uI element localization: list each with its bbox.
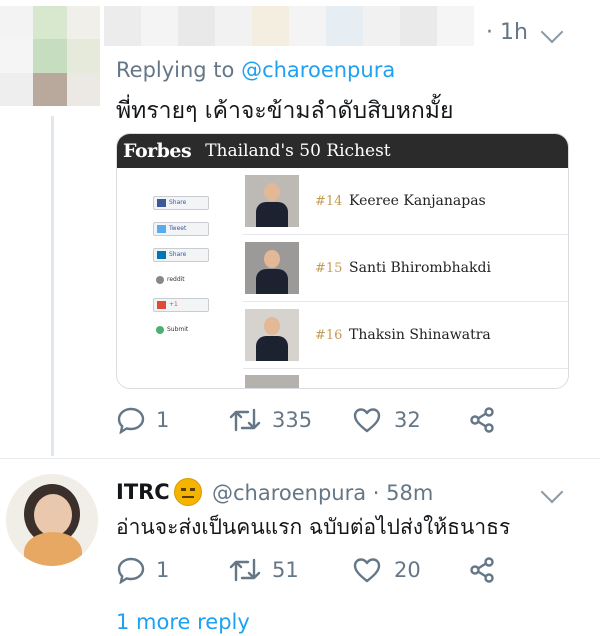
user-display-name[interactable]: ITRC bbox=[116, 480, 170, 504]
devil-smile-emoji-icon bbox=[174, 478, 202, 506]
richest-list: #14 Keeree Kanjanapas #15 Santi Bhirombh… bbox=[243, 168, 568, 388]
replying-handle-link[interactable]: @charoenpura bbox=[241, 58, 395, 82]
like-count: 32 bbox=[394, 408, 421, 432]
list-item[interactable]: #14 Keeree Kanjanapas bbox=[243, 168, 568, 235]
reddit-icon bbox=[156, 275, 164, 284]
replying-prefix: Replying to bbox=[116, 58, 242, 82]
share-button-linkedin[interactable]: Share bbox=[153, 248, 209, 262]
tweet-divider bbox=[0, 458, 600, 459]
list-item-partial bbox=[243, 369, 568, 388]
linkedin-icon bbox=[157, 250, 166, 259]
chevron-down-icon[interactable] bbox=[540, 20, 564, 44]
person-photo bbox=[245, 175, 299, 227]
share-button-twitter[interactable]: Tweet bbox=[153, 222, 209, 236]
reply-action[interactable]: 1 bbox=[116, 556, 169, 584]
list-item[interactable]: #15 Santi Bhirombhakdi bbox=[243, 235, 568, 302]
heart-icon bbox=[353, 558, 381, 583]
like-count: 20 bbox=[394, 558, 421, 582]
retweet-action[interactable]: 51 bbox=[228, 556, 299, 584]
share-icon bbox=[470, 557, 494, 583]
avatar[interactable] bbox=[6, 474, 98, 566]
share-button-stumble[interactable]: Submit bbox=[153, 324, 209, 336]
user-handle-time[interactable]: @charoenpura · 58m bbox=[212, 481, 433, 505]
share-button-facebook[interactable]: Share bbox=[153, 196, 209, 210]
reply-count: 1 bbox=[156, 408, 170, 432]
share-action[interactable] bbox=[468, 406, 496, 434]
person-rank: #14 bbox=[315, 193, 343, 209]
person-name: Thaksin Shinawatra bbox=[349, 327, 491, 343]
google-plus-icon bbox=[157, 300, 166, 309]
share-icon bbox=[470, 407, 494, 433]
person-name: Santi Bhirombhakdi bbox=[349, 260, 491, 276]
person-name: Keeree Kanjanapas bbox=[349, 193, 486, 209]
forbes-logo: Forbes bbox=[123, 140, 192, 162]
person-photo bbox=[245, 309, 299, 361]
thread-line bbox=[51, 116, 54, 456]
person-rank: #16 bbox=[315, 327, 343, 343]
retweet-action[interactable]: 335 bbox=[228, 406, 312, 434]
retweet-count: 335 bbox=[272, 408, 313, 432]
card-title: Thailand's 50 Richest bbox=[205, 141, 391, 161]
blurred-username[interactable] bbox=[104, 6, 474, 46]
person-photo bbox=[245, 242, 299, 294]
reply-icon bbox=[117, 557, 145, 584]
forbes-card[interactable]: Forbes Thailand's 50 Richest Share Tweet… bbox=[116, 133, 569, 389]
retweet-count: 51 bbox=[272, 558, 299, 582]
share-action[interactable] bbox=[468, 556, 496, 584]
share-button-reddit[interactable]: reddit bbox=[153, 274, 209, 286]
blurred-avatar[interactable] bbox=[0, 6, 100, 106]
tweet-timestamp[interactable]: · 1h bbox=[486, 20, 528, 45]
card-header: Forbes Thailand's 50 Richest bbox=[117, 134, 568, 168]
like-action[interactable]: 32 bbox=[352, 406, 421, 434]
facebook-icon bbox=[157, 198, 166, 207]
person-photo bbox=[245, 375, 299, 388]
share-buttons: Share Tweet Share reddit +1 Submit bbox=[153, 196, 209, 348]
replying-to: Replying to @charoenpura bbox=[116, 58, 395, 82]
twitter-icon bbox=[157, 224, 166, 233]
share-button-gplus[interactable]: +1 bbox=[153, 298, 209, 312]
list-item[interactable]: #16 Thaksin Shinawatra bbox=[243, 302, 568, 369]
reply-count: 1 bbox=[156, 558, 170, 582]
reply-icon bbox=[117, 407, 145, 434]
more-replies-link[interactable]: 1 more reply bbox=[116, 610, 250, 634]
tweet-text: อ่านจะส่งเป็นคนแรก ฉบับต่อไปส่งให้ธนาธร bbox=[116, 515, 511, 539]
heart-icon bbox=[353, 408, 381, 433]
reply-action[interactable]: 1 bbox=[116, 406, 169, 434]
retweet-icon bbox=[229, 408, 261, 432]
stumbleupon-icon bbox=[156, 325, 164, 334]
person-rank: #15 bbox=[315, 260, 343, 276]
tweet-text: พี่ทรายๆ เค้าจะข้ามลำดับสิบหกมั้ย bbox=[116, 98, 454, 124]
like-action[interactable]: 20 bbox=[352, 556, 421, 584]
retweet-icon bbox=[229, 558, 261, 582]
chevron-down-icon[interactable] bbox=[540, 480, 564, 504]
